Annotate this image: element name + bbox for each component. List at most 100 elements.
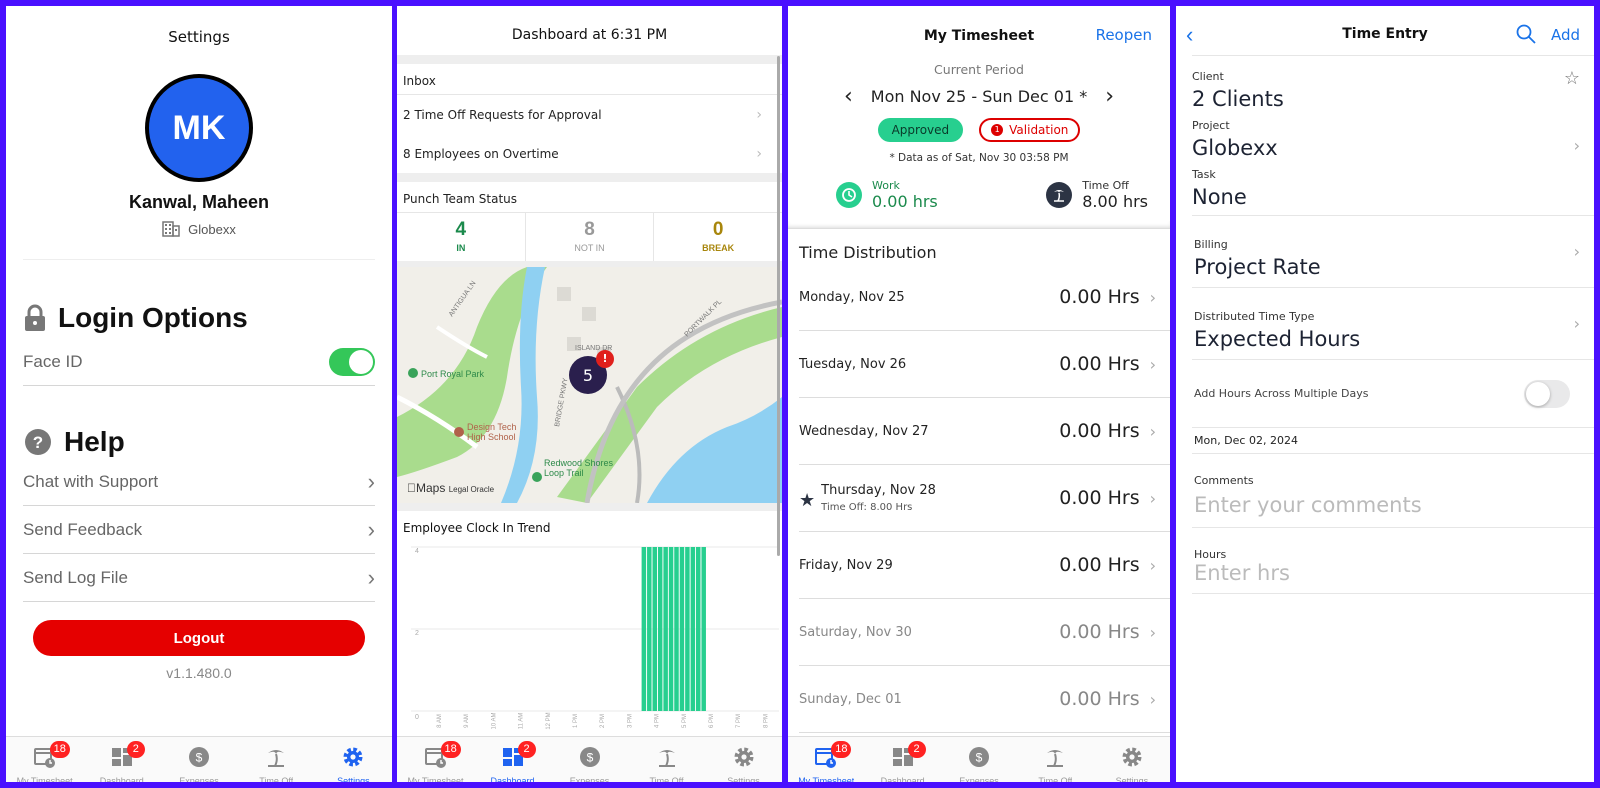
tab-expenses[interactable]: $ Expenses [941, 737, 1017, 782]
day-row[interactable]: Friday, Nov 29 0.00 Hrs › [799, 532, 1170, 599]
x-tick-label: 4 PM [655, 714, 661, 728]
tab-label: Expenses [959, 776, 999, 782]
tab-expenses[interactable]: $ Expenses [551, 737, 628, 782]
day-row[interactable]: Saturday, Nov 30 0.00 Hrs › [799, 599, 1170, 666]
chevron-right-icon: › [1149, 689, 1156, 709]
tab-label: My Timesheet [798, 776, 855, 782]
x-tick-label: 8 PM [763, 714, 769, 728]
gear-icon [341, 745, 365, 774]
map-cluster-marker[interactable]: 5 ! [569, 350, 614, 394]
divider [788, 221, 1170, 229]
day-row[interactable]: ★ Thursday, Nov 28 Time Off: 8.00 Hrs 0.00 … [799, 465, 1170, 532]
x-tick-label: 8 AM [437, 714, 443, 728]
scrollbar[interactable] [777, 56, 780, 556]
user-name: Kanwal, Maheen [128, 192, 270, 212]
timesheet-screen: My Timesheet Reopen Current Period ‹ Mon… [788, 6, 1170, 782]
day-hours: 0.00 Hrs [1059, 688, 1140, 710]
bar [701, 547, 706, 711]
notification-badge: 2 [517, 741, 536, 758]
bar [663, 547, 668, 711]
day-hours: 0.00 Hrs [1059, 554, 1140, 576]
help-item-send-log[interactable]: Send Log File › [23, 554, 375, 602]
day-row[interactable]: Wednesday, Nov 27 0.00 Hrs › [799, 398, 1170, 465]
bar [641, 547, 647, 711]
svg-text:$: $ [586, 751, 593, 765]
punch-in[interactable]: 4 IN [397, 213, 526, 261]
hours-input[interactable]: Enter hrs [1194, 561, 1594, 585]
y-tick-label: 4 [415, 548, 419, 555]
help-item-chat-support[interactable]: Chat with Support › [23, 458, 375, 506]
tab-expenses[interactable]: $ Expenses [160, 737, 237, 782]
divider [23, 259, 375, 260]
reopen-button[interactable]: Reopen [1096, 26, 1152, 44]
tab-settings[interactable]: Settings [1094, 737, 1170, 782]
face-id-toggle[interactable] [329, 347, 375, 376]
inbox-item-overtime[interactable]: 8 Employees on Overtime › [397, 134, 782, 173]
comments-input[interactable]: Enter your comments [1194, 493, 1594, 517]
day-row[interactable]: Sunday, Dec 01 0.00 Hrs › [799, 666, 1170, 733]
punch-not-in[interactable]: 8 NOT IN [526, 213, 655, 261]
tab-time-off[interactable]: Time Off [238, 737, 315, 782]
client-value: 2 Clients [1192, 87, 1284, 111]
billing-field[interactable]: › Billing Project Rate [1192, 216, 1594, 288]
holiday-star-icon: ★ [799, 489, 816, 511]
distributed-time-type-field[interactable]: › Distributed Time Type Expected Hours [1192, 288, 1594, 360]
tab-label: Settings [1115, 776, 1149, 782]
client-project-task-field[interactable]: ☆ › Client 2 Clients Project Globexx Tas… [1192, 56, 1594, 216]
inbox-item-time-off-requests[interactable]: 2 Time Off Requests for Approval › [397, 95, 782, 134]
tab-dashboard[interactable]: 2 Dashboard [83, 737, 160, 782]
validation-count: 1 [991, 124, 1004, 136]
tab-my-timesheet[interactable]: 18 My Timesheet [6, 737, 83, 782]
bar [696, 547, 701, 711]
x-tick-label: 10 AM [491, 712, 497, 729]
tab-label: Settings [727, 776, 760, 782]
day-row[interactable]: Monday, Nov 25 0.00 Hrs › [799, 264, 1170, 331]
tab-time-off[interactable]: Time Off [628, 737, 705, 782]
bar [647, 547, 652, 711]
x-tick-label: 2 PM [600, 714, 606, 728]
multi-days-toggle[interactable] [1524, 379, 1570, 408]
tab-label: Time Off [259, 776, 294, 782]
add-button[interactable]: Add [1551, 26, 1580, 44]
help-item-send-feedback[interactable]: Send Feedback › [23, 506, 375, 554]
tab-my-timesheet[interactable]: 18 My Timesheet [788, 737, 864, 782]
notification-badge: 18 [49, 741, 70, 758]
svg-text:?: ? [33, 433, 43, 452]
punch-status-header: Punch Team Status [403, 192, 518, 206]
tab-time-off[interactable]: Time Off [1017, 737, 1093, 782]
x-tick-label: 3 PM [627, 714, 633, 728]
comments-field[interactable]: Comments Enter your comments [1192, 454, 1594, 528]
tab-dashboard[interactable]: 2 Dashboard [474, 737, 551, 782]
map-label-park: Port Royal Park [421, 369, 485, 379]
validation-button[interactable]: 1 Validation [979, 118, 1081, 142]
clock-in-trend-chart: 0 2 4 8 AM 9 AM 10 AM 11 AM 12 PM 1 PM 2 PM 3 PM 4 … [411, 546, 779, 730]
gear-icon [1120, 745, 1144, 774]
tab-settings[interactable]: Settings [315, 737, 392, 782]
tab-dashboard[interactable]: 2 Dashboard [864, 737, 940, 782]
day-hours: 0.00 Hrs [1059, 286, 1140, 308]
favorite-star-icon[interactable]: ☆ [1564, 68, 1580, 89]
work-summary: Work 0.00 hrs [836, 179, 938, 211]
punch-break[interactable]: 0 BREAK [654, 213, 782, 261]
day-hours: 0.00 Hrs [1059, 621, 1140, 643]
chevron-right-icon: › [367, 564, 375, 590]
hours-field[interactable]: Hours Enter hrs [1192, 528, 1594, 594]
svg-text:Loop Trail: Loop Trail [544, 468, 584, 478]
bar [690, 547, 696, 711]
chevron-left-icon[interactable]: ‹ [844, 84, 853, 109]
x-tick-label: 9 AM [464, 714, 470, 728]
bar [657, 547, 663, 711]
search-icon[interactable] [1516, 24, 1536, 44]
chevron-right-icon: › [1149, 421, 1156, 441]
logout-button[interactable]: Logout [33, 620, 365, 656]
day-hours: 0.00 Hrs [1059, 420, 1140, 442]
team-map[interactable]: Port Royal Park Design Tech High School … [397, 267, 782, 503]
day-name: Friday, Nov 29 [799, 557, 893, 573]
day-name: Thursday, Nov 28 [821, 483, 936, 498]
tab-my-timesheet[interactable]: 18 My Timesheet [397, 737, 474, 782]
tab-settings[interactable]: Settings [705, 737, 782, 782]
dollar-icon: $ [187, 745, 211, 774]
day-row[interactable]: Tuesday, Nov 26 0.00 Hrs › [799, 331, 1170, 398]
chevron-right-icon[interactable]: › [1105, 84, 1114, 109]
clock-icon [836, 182, 862, 208]
